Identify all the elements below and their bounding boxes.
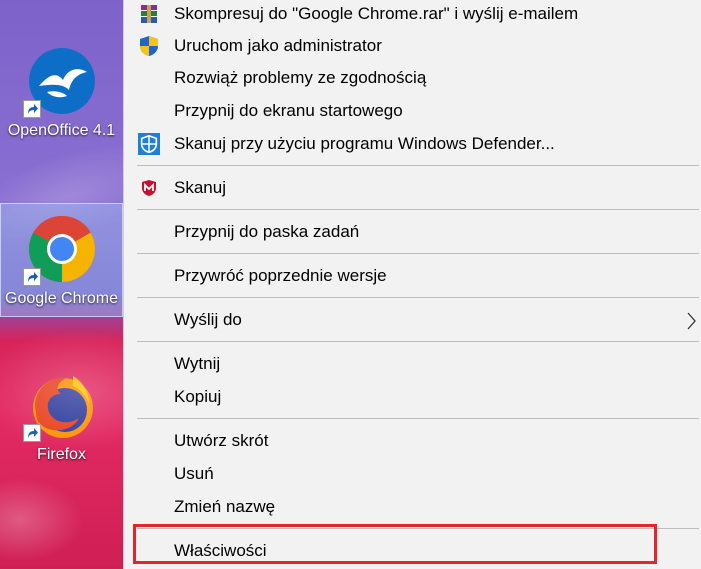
uac-shield-icon (138, 35, 160, 57)
menu-separator (137, 341, 699, 342)
windows-defender-icon (138, 133, 160, 155)
menu-item-label: Przywróć poprzednie wersje (174, 266, 387, 285)
menu-item-label: Rozwiąż problemy ze zgodnością (174, 68, 427, 87)
menu-item-rename[interactable]: Zmień nazwę (124, 491, 701, 523)
desktop-icon-openoffice[interactable]: OpenOffice 4.1 (0, 36, 123, 150)
menu-separator (137, 418, 699, 419)
menu-item-label: Przypnij do ekranu startowego (174, 101, 403, 120)
desktop-background: OpenOffice 4.1 Google Chrome Firefox (0, 0, 123, 569)
menu-item-label: Uruchom jako administrator (174, 36, 382, 55)
menu-item-scan-defender[interactable]: Skanuj przy użyciu programu Windows Defe… (124, 128, 701, 160)
menu-item-properties[interactable]: Właściwości (124, 535, 701, 567)
shortcut-arrow-icon (22, 100, 41, 118)
menu-item-scan[interactable]: Skanuj (124, 172, 701, 204)
mcafee-icon (138, 177, 160, 199)
desktop-icon-firefox[interactable]: Firefox (0, 360, 123, 474)
menu-item-pin-to-taskbar[interactable]: Przypnij do paska zadań (124, 216, 701, 248)
menu-item-restore-previous-versions[interactable]: Przywróć poprzednie wersje (124, 260, 701, 292)
menu-item-label: Zmień nazwę (174, 497, 276, 516)
menu-item-delete[interactable]: Usuń (124, 458, 701, 490)
desktop-icon-label: Firefox (37, 446, 86, 463)
menu-item-pin-to-start[interactable]: Przypnij do ekranu startowego (124, 95, 701, 127)
shortcut-arrow-icon (22, 424, 41, 442)
menu-item-compress-email[interactable]: Skompresuj do "Google Chrome.rar" i wyśl… (124, 0, 701, 30)
menu-separator (137, 209, 699, 210)
menu-separator (137, 253, 699, 254)
menu-item-run-as-admin[interactable]: Uruchom jako administrator (124, 30, 701, 62)
menu-separator (137, 528, 699, 529)
menu-item-label: Właściwości (174, 541, 267, 560)
menu-item-label: Usuń (174, 464, 214, 483)
chevron-right-icon (686, 312, 696, 335)
menu-item-copy[interactable]: Kopiuj (124, 381, 701, 413)
menu-item-create-shortcut[interactable]: Utwórz skrót (124, 425, 701, 457)
menu-item-label: Skanuj przy użyciu programu Windows Defe… (174, 134, 555, 153)
firefox-icon (22, 370, 97, 442)
desktop-icon-chrome[interactable]: Google Chrome (0, 203, 123, 317)
menu-item-label: Skanuj (174, 178, 226, 197)
menu-item-label: Wyślij do (174, 310, 242, 329)
winrar-icon (138, 3, 160, 25)
desktop-icon-label: Google Chrome (5, 290, 118, 307)
menu-item-label: Kopiuj (174, 387, 222, 406)
menu-item-label: Skompresuj do "Google Chrome.rar" i wyśl… (174, 4, 579, 23)
menu-item-troubleshoot-compatibility[interactable]: Rozwiąż problemy ze zgodnością (124, 62, 701, 94)
context-menu: Skompresuj do "Google Chrome.rar" i wyśl… (123, 0, 701, 569)
menu-item-label: Przypnij do paska zadań (174, 222, 360, 241)
menu-separator (137, 165, 699, 166)
menu-separator (137, 297, 699, 298)
menu-item-label: Wytnij (174, 354, 221, 373)
menu-item-cut[interactable]: Wytnij (124, 348, 701, 380)
openoffice-icon (22, 46, 97, 118)
menu-item-send-to[interactable]: Wyślij do (124, 304, 701, 336)
desktop-icon-label: OpenOffice 4.1 (7, 122, 116, 139)
shortcut-arrow-icon (22, 268, 41, 286)
menu-item-label: Utwórz skrót (174, 431, 269, 450)
chrome-icon (22, 214, 97, 286)
